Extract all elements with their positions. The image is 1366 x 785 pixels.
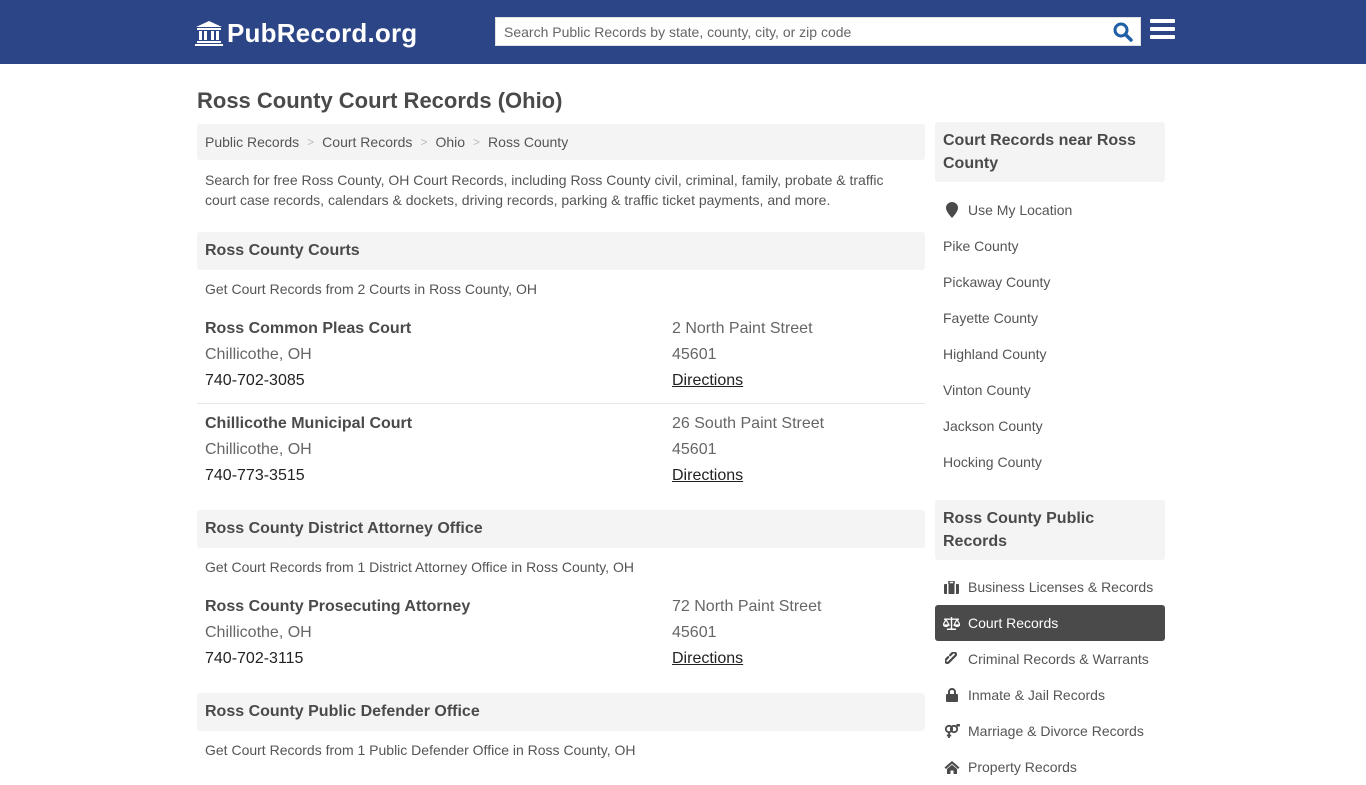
sidebar-item-highland-county[interactable]: Highland County bbox=[935, 336, 1165, 372]
site-logo[interactable]: PubRecord.org bbox=[195, 17, 417, 49]
court-phone[interactable]: 740-702-3115 bbox=[205, 650, 303, 668]
sidebar-item-criminal-records[interactable]: Criminal Records & Warrants bbox=[935, 641, 1165, 677]
court-city: Chillicothe, OH bbox=[205, 346, 312, 363]
court-phone[interactable]: 740-773-3515 bbox=[205, 467, 305, 485]
court-name: Chillicothe Municipal Court bbox=[205, 415, 413, 432]
court-city: Chillicothe, OH bbox=[205, 624, 312, 641]
court-zip: 45601 bbox=[672, 441, 717, 458]
venus-mars-icon bbox=[943, 723, 960, 739]
site-logo-text: PubRecord.org bbox=[227, 17, 418, 48]
court-listing: Ross Common Pleas Court Chillicothe, OH … bbox=[197, 320, 925, 404]
section-subtitle-public-defender: Get Court Records from 1 Public Defender… bbox=[205, 742, 636, 758]
breadcrumb: Public Records > Court Records > Ohio > … bbox=[197, 124, 925, 160]
page-title: Ross County Court Records (Ohio) bbox=[197, 88, 563, 113]
sidebar-item-marriage-divorce-records[interactable]: Marriage & Divorce Records bbox=[935, 713, 1165, 749]
court-listing: Ross County Prosecuting Attorney Chillic… bbox=[197, 598, 925, 688]
sidebar-item-vinton-county[interactable]: Vinton County bbox=[935, 372, 1165, 408]
sidebar-heading-public-records: Ross County Public Records bbox=[935, 500, 1165, 560]
sidebar-item-label: Property Records bbox=[968, 759, 1077, 775]
court-city: Chillicothe, OH bbox=[205, 441, 312, 458]
lock-icon bbox=[943, 687, 960, 703]
hamburger-menu-icon[interactable] bbox=[1150, 19, 1175, 41]
section-subtitle-district-attorney: Get Court Records from 1 District Attorn… bbox=[205, 559, 634, 575]
breadcrumb-separator: > bbox=[420, 135, 428, 149]
breadcrumb-separator: > bbox=[307, 135, 315, 149]
directions-link[interactable]: Directions bbox=[672, 650, 743, 668]
court-phone[interactable]: 740-702-3085 bbox=[205, 372, 305, 390]
sidebar-item-label: Criminal Records & Warrants bbox=[968, 651, 1149, 667]
sidebar-item-inmate-jail-records[interactable]: Inmate & Jail Records bbox=[935, 677, 1165, 713]
breadcrumb-ohio[interactable]: Ohio bbox=[435, 134, 465, 150]
search-input[interactable] bbox=[496, 18, 1106, 45]
directions-link[interactable]: Directions bbox=[672, 372, 743, 390]
breadcrumb-public-records[interactable]: Public Records bbox=[205, 134, 299, 150]
sidebar-item-jackson-county[interactable]: Jackson County bbox=[935, 408, 1165, 444]
link-icon bbox=[943, 651, 960, 667]
section-heading-public-defender: Ross County Public Defender Office bbox=[197, 693, 925, 731]
sidebar-item-property-records[interactable]: Property Records bbox=[935, 749, 1165, 785]
court-zip: 45601 bbox=[672, 346, 717, 363]
institution-icon bbox=[195, 21, 223, 46]
section-subtitle-courts: Get Court Records from 2 Courts in Ross … bbox=[205, 281, 537, 297]
court-address: 26 South Paint Street bbox=[672, 415, 825, 432]
top-navigation-bar: PubRecord.org bbox=[0, 0, 1366, 64]
court-name: Ross County Prosecuting Attorney bbox=[205, 598, 471, 615]
sidebar-item-label: Court Records bbox=[968, 615, 1059, 631]
sidebar-item-label: Marriage & Divorce Records bbox=[968, 723, 1144, 739]
court-address: 72 North Paint Street bbox=[672, 598, 822, 615]
section-heading-courts: Ross County Courts bbox=[197, 232, 925, 270]
court-name: Ross Common Pleas Court bbox=[205, 320, 412, 337]
breadcrumb-separator: > bbox=[473, 135, 481, 149]
directions-link[interactable]: Directions bbox=[672, 467, 743, 485]
court-listing: Chillicothe Municipal Court Chillicothe,… bbox=[197, 415, 925, 505]
sidebar-heading-nearby: Court Records near Ross County bbox=[935, 122, 1165, 182]
balance-scale-icon bbox=[943, 615, 960, 631]
section-heading-district-attorney: Ross County District Attorney Office bbox=[197, 510, 925, 548]
sidebar-item-hocking-county[interactable]: Hocking County bbox=[935, 444, 1165, 480]
home-icon bbox=[943, 759, 960, 775]
use-my-location-label: Use My Location bbox=[968, 202, 1073, 218]
sidebar-item-business-licenses[interactable]: Business Licenses & Records bbox=[935, 569, 1165, 605]
court-address: 2 North Paint Street bbox=[672, 320, 813, 337]
briefcase-icon bbox=[943, 579, 960, 595]
sidebar-item-pickaway-county[interactable]: Pickaway County bbox=[935, 264, 1165, 300]
search-icon[interactable] bbox=[1112, 21, 1134, 43]
breadcrumb-ross-county: Ross County bbox=[488, 134, 569, 150]
sidebar-item-court-records[interactable]: Court Records bbox=[935, 605, 1165, 641]
use-my-location-link[interactable]: Use My Location bbox=[935, 192, 1165, 228]
search-bar bbox=[495, 17, 1141, 46]
map-marker-icon bbox=[943, 202, 960, 218]
sidebar-item-pike-county[interactable]: Pike County bbox=[935, 228, 1165, 264]
sidebar-item-label: Business Licenses & Records bbox=[968, 579, 1154, 595]
intro-text: Search for free Ross County, OH Court Re… bbox=[205, 172, 884, 208]
sidebar-item-fayette-county[interactable]: Fayette County bbox=[935, 300, 1165, 336]
court-zip: 45601 bbox=[672, 624, 717, 641]
breadcrumb-court-records[interactable]: Court Records bbox=[322, 134, 412, 150]
sidebar-item-label: Inmate & Jail Records bbox=[968, 687, 1105, 703]
